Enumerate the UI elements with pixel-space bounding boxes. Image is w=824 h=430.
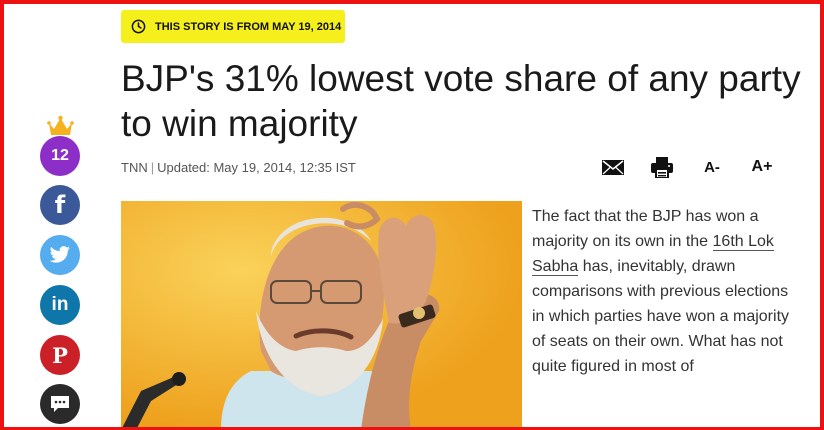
decrease-font-button[interactable]: A- [700,155,724,179]
article-photo [121,201,522,430]
article-body: The fact that the BJP has won a majority… [532,204,794,379]
print-button[interactable] [650,155,674,179]
facebook-share-button[interactable]: f [40,185,80,225]
twitter-share-button[interactable] [40,235,80,275]
print-icon [651,156,673,178]
mail-icon [601,159,624,175]
article-headline: BJP's 31% lowest vote share of any party… [121,58,801,144]
clock-icon [131,19,146,34]
article-photo-illustration [121,201,522,430]
linkedin-share-button[interactable]: in [40,285,80,325]
byline-source: TNN [121,160,148,175]
pinterest-share-button[interactable]: P [40,335,80,375]
byline-updated: Updated: May 19, 2014, 12:35 IST [157,160,356,175]
twitter-icon [49,246,70,263]
email-share-button[interactable] [601,155,624,179]
badge-text: THIS STORY IS FROM MAY 19, 2014 [155,20,342,33]
share-count-badge: 12 [40,136,80,176]
comment-icon [51,396,69,412]
crown-icon [47,115,74,135]
comments-button[interactable] [40,384,80,424]
byline: TNN | Updated: May 19, 2014, 12:35 IST [121,160,356,175]
archive-date-badge: THIS STORY IS FROM MAY 19, 2014 [121,10,345,43]
byline-separator: | [150,160,155,175]
increase-font-button[interactable]: A+ [749,155,775,179]
